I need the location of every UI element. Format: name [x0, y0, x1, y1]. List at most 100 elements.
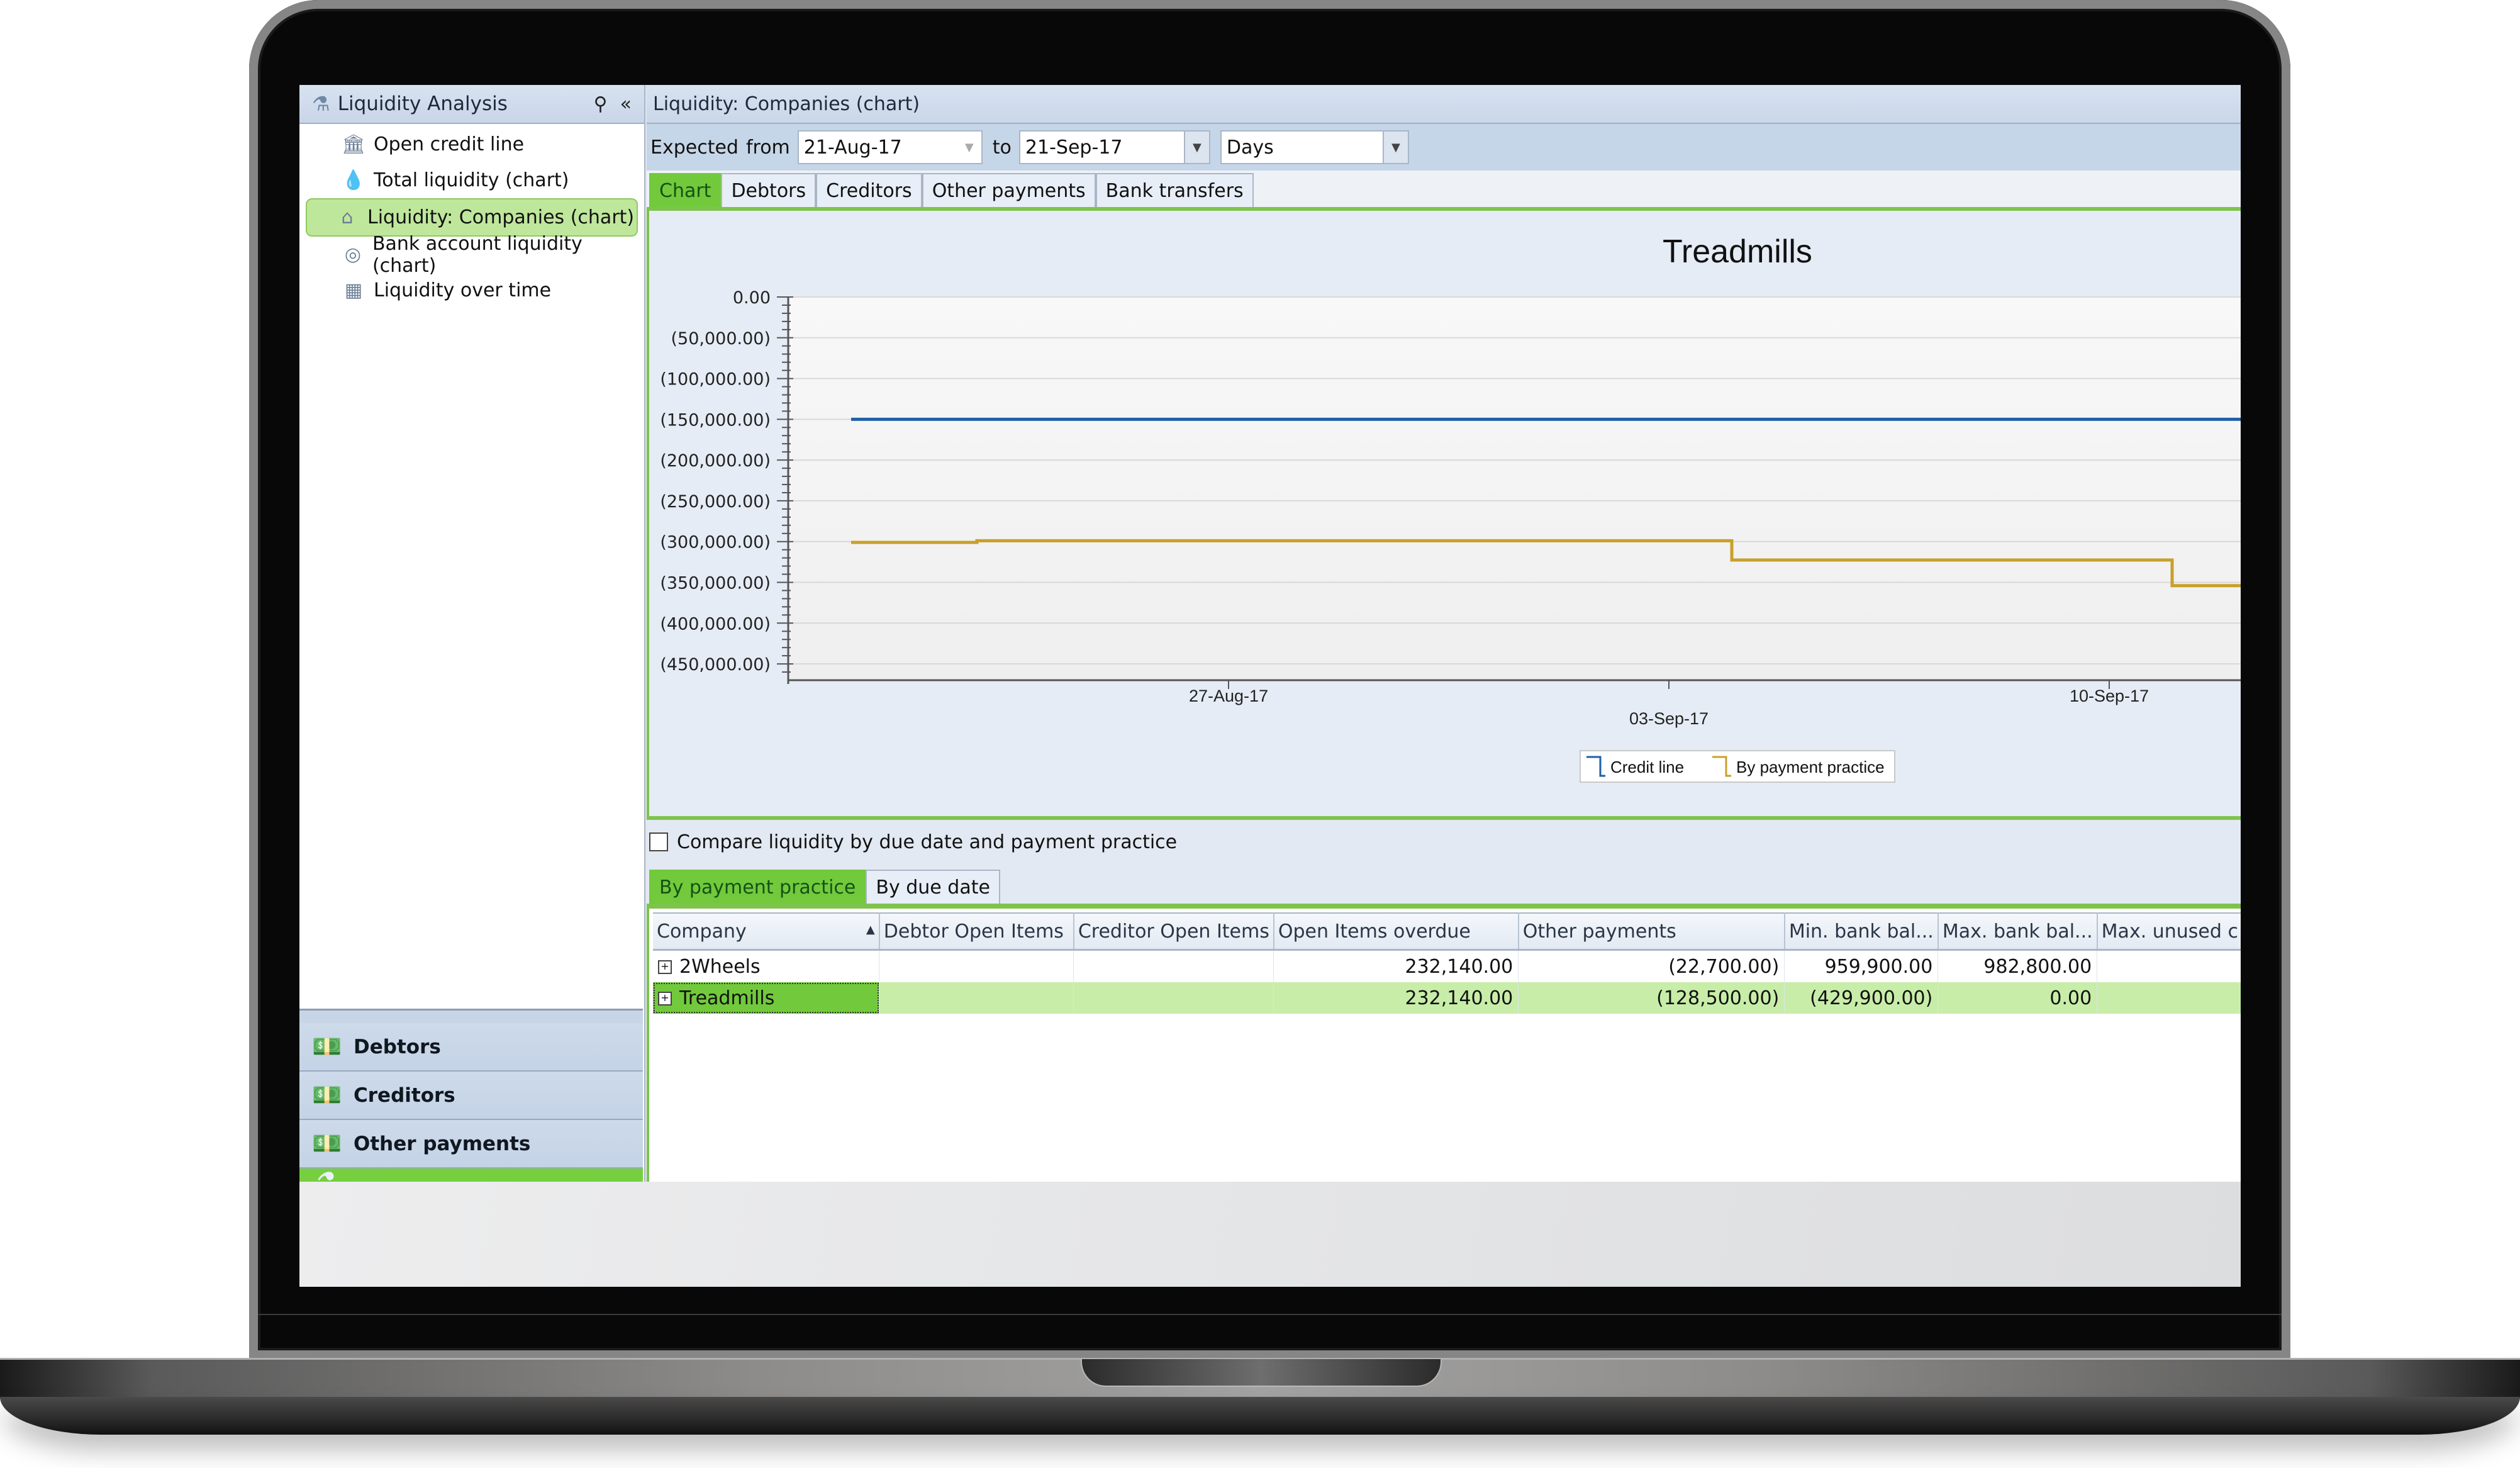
- table-cell: 232,140.00: [1273, 982, 1519, 1014]
- x-tick-label: 10-Sep-17: [2070, 686, 2149, 705]
- table-row[interactable]: + Treadmills 232,140.00 (128,500.00) (429…: [653, 982, 2241, 1014]
- page-title: Liquidity: Companies (chart): [647, 85, 2241, 124]
- nav-label: Debtors: [354, 1035, 441, 1058]
- sidebar-header: ⚗ Liquidity Analysis ⚲ «: [299, 85, 644, 124]
- table-cell: 232,140.00: [1273, 950, 1519, 982]
- from-date-value: 21-Aug-17: [803, 136, 902, 159]
- money-out-icon: 💵: [312, 1081, 342, 1109]
- y-tick-label: (450,000.00): [660, 655, 771, 675]
- sidebar-item-open-credit-line[interactable]: 🏛 Open credit line: [306, 126, 638, 162]
- chevron-down-icon[interactable]: ▼: [1382, 132, 1408, 163]
- money-in-icon: 💵: [312, 1033, 342, 1060]
- company-cell[interactable]: +2Wheels: [653, 950, 880, 982]
- chevron-down-icon[interactable]: ▼: [1183, 132, 1209, 163]
- column-header[interactable]: Creditor Open Items: [1073, 912, 1274, 951]
- column-header[interactable]: Max. bank bal...: [1937, 912, 2098, 951]
- search-icon[interactable]: ⚲: [594, 93, 608, 115]
- sidebar-item-label: Total liquidity (chart): [374, 169, 569, 191]
- laptop-chin: [258, 1314, 2282, 1315]
- sidebar-item-total-liquidity[interactable]: 💧 Total liquidity (chart): [306, 162, 638, 198]
- calendar-droplet-icon: ▦: [344, 279, 363, 301]
- nav-other-payments[interactable]: 💵 Other payments: [299, 1120, 643, 1168]
- screen: ⚗ Liquidity Analysis ⚲ « 🏛 Open credit l…: [299, 85, 2241, 1287]
- collapse-icon[interactable]: «: [620, 93, 632, 115]
- tab-debtors[interactable]: Debtors: [721, 173, 817, 207]
- column-header[interactable]: Min. bank bal...: [1784, 912, 1939, 951]
- expand-icon[interactable]: +: [658, 960, 672, 974]
- coin-droplet-icon: ◎: [344, 244, 362, 266]
- y-tick-label: (250,000.00): [660, 492, 771, 512]
- table-cell: 959,900.00: [1784, 950, 1939, 982]
- column-header-company[interactable]: Company ▲: [653, 912, 880, 951]
- main-panel: Liquidity: Companies (chart) Expected fr…: [647, 85, 2241, 1182]
- flask-icon: ⚗: [312, 92, 330, 116]
- chart-legend: Credit line By payment practice: [1580, 750, 1895, 783]
- to-date-field[interactable]: 21-Sep-17 ▼: [1018, 130, 1210, 164]
- tab-other-payments[interactable]: Other payments: [922, 173, 1096, 207]
- nav-label: Other payments: [354, 1132, 531, 1155]
- table-cell: (128,500.00): [1518, 982, 1785, 1014]
- nav-creditors[interactable]: 💵 Creditors: [299, 1072, 643, 1120]
- table-cell: 982,800.00: [1937, 950, 2098, 982]
- y-tick-label: (200,000.00): [660, 451, 771, 471]
- to-label: to: [992, 136, 1012, 159]
- sidebar-nav: 💵 Debtors 💵 Creditors 💵 Other payments ⚗: [299, 1023, 643, 1195]
- filter-bar: Expected from 21-Aug-17 ▼ to 21-Sep-17 ▼…: [647, 124, 2241, 171]
- legend-label: Credit line: [1610, 758, 1684, 776]
- compare-row: Compare liquidity by due date and paymen…: [647, 826, 1177, 858]
- x-tick-label: 27-Aug-17: [1189, 686, 1268, 705]
- table-cell: [2097, 982, 2241, 1014]
- interval-select[interactable]: Days ▼: [1220, 130, 1409, 164]
- y-tick-label: (50,000.00): [671, 329, 771, 349]
- column-header[interactable]: Debtor Open Items: [879, 912, 1074, 951]
- sidebar-item-label: Liquidity: Companies (chart): [367, 206, 635, 228]
- expected-label: Expected: [650, 136, 739, 159]
- sidebar-item-liquidity-companies[interactable]: ⌂ Liquidity: Companies (chart): [306, 198, 638, 237]
- bottom-tabs: By payment practice By due date: [647, 870, 2241, 909]
- table-row[interactable]: +2Wheels 232,140.00 (22,700.00) 959,900.…: [653, 950, 2241, 982]
- sidebar-item-label: Open credit line: [374, 133, 525, 155]
- house-droplet-icon: ⌂: [341, 206, 354, 228]
- money-pen-icon: 💵: [312, 1129, 342, 1157]
- table-cell: (429,900.00): [1784, 982, 1939, 1014]
- nav-label: Creditors: [354, 1084, 455, 1107]
- y-tick-label: 0.00: [733, 288, 771, 308]
- bottom-tab-underline: [647, 904, 2241, 909]
- legend-label: By payment practice: [1736, 758, 1885, 776]
- chevron-down-icon[interactable]: ▼: [957, 132, 981, 163]
- tab-bank-transfers[interactable]: Bank transfers: [1095, 173, 1254, 207]
- company-cell[interactable]: + Treadmills: [653, 982, 880, 1014]
- tab-creditors[interactable]: Creditors: [816, 173, 922, 207]
- company-table: Company ▲ Debtor Open Items Creditor Open…: [653, 912, 2241, 1014]
- y-tick-label: (300,000.00): [660, 533, 771, 552]
- sidebar-tree: 🏛 Open credit line 💧 Total liquidity (ch…: [299, 124, 644, 308]
- y-tick-label: (150,000.00): [660, 410, 771, 430]
- chart-panel: Treadmills 0.00 (50,000.00) (100,000.00) (1…: [647, 211, 2241, 820]
- nav-debtors[interactable]: 💵 Debtors: [299, 1023, 643, 1072]
- screen-reflection: [299, 1182, 2241, 1287]
- table-cell: [879, 950, 1074, 982]
- sidebar-item-label: Liquidity over time: [374, 279, 552, 301]
- table-cell: (22,700.00): [1518, 950, 1785, 982]
- sidebar-item-bank-account-liquidity[interactable]: ◎ Bank account liquidity (chart): [306, 233, 638, 277]
- sidebar-item-liquidity-over-time[interactable]: ▦ Liquidity over time: [306, 272, 638, 308]
- laptop-notch: [1081, 1359, 1442, 1387]
- expand-icon[interactable]: +: [658, 992, 672, 1006]
- table-cell: 0.00: [1937, 982, 2098, 1014]
- compare-checkbox[interactable]: [649, 832, 668, 851]
- column-header[interactable]: Max. unused c: [2097, 912, 2241, 951]
- column-header[interactable]: Other payments: [1518, 912, 1785, 951]
- sidebar: ⚗ Liquidity Analysis ⚲ « 🏛 Open credit l…: [299, 85, 645, 1195]
- x-tick-label: 03-Sep-17: [1629, 709, 1709, 728]
- from-date-field[interactable]: 21-Aug-17 ▼: [797, 130, 983, 164]
- bank-icon: 🏛: [341, 133, 366, 155]
- sidebar-title: Liquidity Analysis: [337, 92, 508, 115]
- tab-by-payment-practice[interactable]: By payment practice: [649, 870, 866, 904]
- interval-value: Days: [1226, 136, 1274, 159]
- column-header[interactable]: Open Items overdue: [1273, 912, 1519, 951]
- to-date-value: 21-Sep-17: [1025, 136, 1123, 159]
- table-cell: [879, 982, 1074, 1014]
- tab-by-due-date[interactable]: By due date: [866, 870, 1000, 904]
- compare-label: Compare liquidity by due date and paymen…: [677, 831, 1178, 853]
- tab-chart[interactable]: Chart: [649, 173, 722, 207]
